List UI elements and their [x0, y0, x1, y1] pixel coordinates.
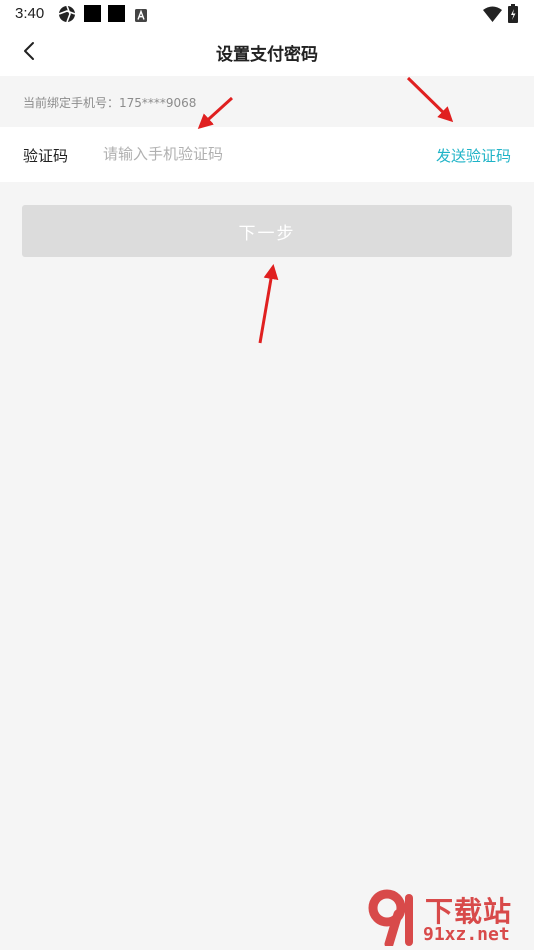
battery-charging-icon — [508, 4, 518, 27]
page-title: 设置支付密码 — [216, 45, 318, 65]
nav-bar: 设置支付密码 — [0, 30, 534, 76]
watermark-url: 91xz.net — [423, 924, 510, 945]
verification-code-input[interactable] — [103, 141, 363, 167]
annotation-arrow-input — [197, 96, 234, 130]
watermark: 下载站 91xz.net — [365, 888, 530, 950]
send-code-button[interactable]: 发送验证码 — [436, 145, 511, 166]
a-badge-icon — [135, 7, 147, 26]
status-time: 3:40 — [15, 5, 45, 22]
verification-code-row: 验证码 发送验证码 — [0, 127, 534, 182]
annotation-arrow-next — [258, 264, 279, 344]
square-icon — [84, 5, 101, 26]
wifi-icon — [483, 6, 502, 26]
status-bar: 3:40 — [0, 0, 534, 30]
square-icon — [108, 5, 125, 26]
bound-phone-hint: 当前绑定手机号：175****9068 — [23, 96, 197, 110]
verification-code-label: 验证码 — [23, 147, 69, 165]
watermark-logo-icon — [365, 888, 421, 950]
next-step-button[interactable]: 下一步 — [22, 205, 512, 257]
aperture-icon — [58, 5, 76, 27]
annotation-arrow-send — [406, 76, 454, 123]
